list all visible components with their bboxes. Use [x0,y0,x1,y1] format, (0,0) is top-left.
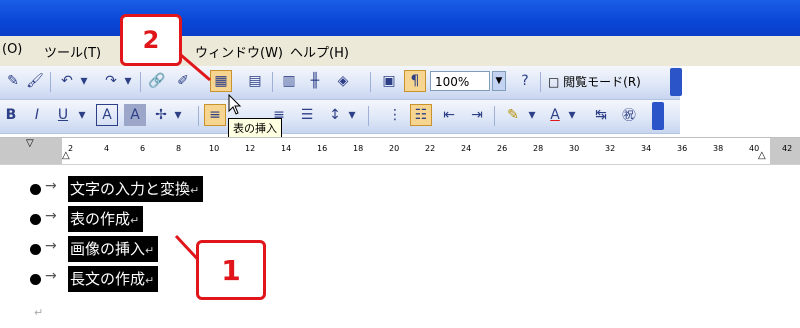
callout-two: 2 [120,14,182,66]
callout-one: 1 [196,240,266,300]
